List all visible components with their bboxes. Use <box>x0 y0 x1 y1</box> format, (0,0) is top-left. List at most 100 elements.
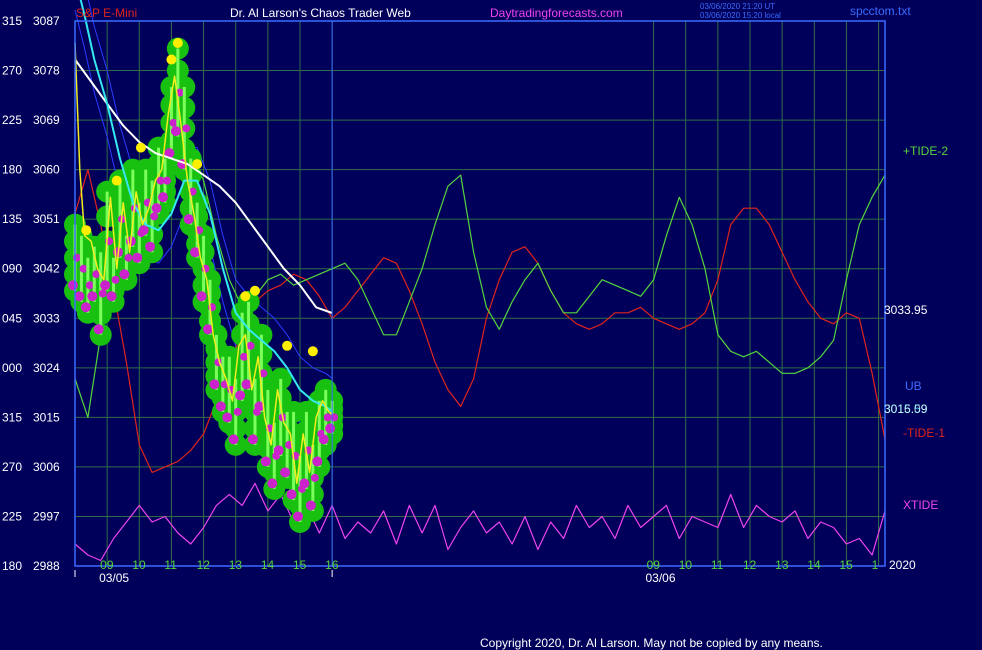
chart-canvas: 315 3087 270 3078 225 3069 180 3060 135 3051 090 30… <box>2 0 948 650</box>
y-price-label: 3060 <box>33 163 60 177</box>
low-dot <box>100 280 111 291</box>
y-angle-label: 270 <box>2 64 22 78</box>
x-day-label: 03/06 <box>646 571 676 585</box>
x-tick-label: 10 <box>132 558 146 572</box>
low-dot <box>93 324 104 335</box>
ub-label: UB <box>905 379 922 393</box>
mid-dot <box>163 176 171 185</box>
y-angle-label: 045 <box>2 311 22 325</box>
x-tick-label: 11 <box>711 558 724 572</box>
x-tick-label: 15 <box>293 558 307 572</box>
x-tick-label: 13 <box>775 558 789 572</box>
x-tick-label: 1 <box>872 558 879 572</box>
x-tick-label: 12 <box>197 558 211 572</box>
mid-dot <box>246 341 255 350</box>
y-price-label: 3087 <box>33 14 60 28</box>
low-dot <box>138 225 149 236</box>
low-dot <box>106 291 117 302</box>
low-dot <box>286 489 297 500</box>
low-dot <box>87 291 98 302</box>
low-dot <box>312 456 323 467</box>
mid-dot <box>73 253 81 262</box>
y-price-label: 3024 <box>33 361 60 375</box>
tide2-label: +TIDE-2 <box>903 144 948 158</box>
last-price-label: 3033.95 <box>884 303 928 317</box>
y-angle-label: 225 <box>2 113 22 127</box>
low-dot <box>132 252 143 263</box>
mid-dot <box>330 413 339 422</box>
y-angle-label: 315 <box>2 410 22 424</box>
y-price-label: 3042 <box>33 262 60 276</box>
xtide-label: XTIDE <box>903 498 938 512</box>
x-tick-label: 11 <box>164 558 177 572</box>
peak-marker <box>172 38 183 49</box>
x-tick-label: 13 <box>229 558 243 572</box>
x-tick-label: 10 <box>679 558 693 572</box>
instrument-label: S&P E-Mini <box>76 6 137 20</box>
x-tick-label: 14 <box>261 558 275 572</box>
low-dot <box>248 434 258 445</box>
low-dot <box>151 203 162 214</box>
low-dot <box>80 302 91 313</box>
y-price-label: 3078 <box>33 64 60 78</box>
low-dot <box>170 126 181 137</box>
low-dot <box>318 434 329 445</box>
mid-dot <box>85 281 94 290</box>
low-dot <box>273 445 284 456</box>
peak-marker <box>166 54 177 65</box>
mid-dot <box>111 275 120 284</box>
y-angle-label: 135 <box>2 212 22 226</box>
peak-marker <box>307 346 318 357</box>
y-axis-labels: 315 3087 270 3078 225 3069 180 3060 135 3051 090 30… <box>2 14 60 573</box>
x-tick-label: 15 <box>839 558 853 572</box>
peak-marker <box>192 159 203 170</box>
y-angle-label: 180 <box>2 559 22 573</box>
y-price-label: 3015 <box>33 410 60 424</box>
mid-dot <box>310 473 319 482</box>
y-price-label: 3006 <box>33 460 60 474</box>
y-angle-label: 225 <box>2 509 22 523</box>
peak-marker <box>250 285 260 296</box>
x-tick-label: 09 <box>100 558 114 572</box>
mid-dot <box>169 118 178 127</box>
y-angle-label: 090 <box>2 262 22 276</box>
xtide-line <box>74 482 886 562</box>
value-label-b: 3016.09 <box>884 402 928 416</box>
y-angle-label: 315 <box>2 14 22 28</box>
low-dot <box>228 434 239 445</box>
low-dot <box>305 500 316 511</box>
data-filename: spcctom.txt <box>850 4 911 18</box>
peak-marker <box>111 175 122 186</box>
low-dot <box>68 280 78 291</box>
site-link[interactable]: Daytradingforecasts.com <box>490 6 623 20</box>
low-dot <box>196 291 207 302</box>
mid-dot <box>124 253 133 262</box>
y-price-label: 3069 <box>33 113 60 127</box>
low-dot <box>222 412 233 423</box>
y-price-label: 2988 <box>33 559 60 573</box>
x-axis-labels: 09 10 11 12 13 14 15 16 09 10 11 12 13 14 15 1 03/05 03/0… <box>74 558 879 585</box>
year-label: 2020 <box>889 558 916 572</box>
xtide-path <box>74 482 886 562</box>
x-day-label: 03/05 <box>99 571 129 585</box>
low-dot <box>299 478 310 489</box>
peak-marker <box>240 291 251 302</box>
y-angle-label: 180 <box>2 163 22 177</box>
peak-marker <box>81 225 92 236</box>
x-tick-label: 09 <box>647 558 661 572</box>
y-price-label: 3051 <box>33 212 60 226</box>
low-dot <box>119 269 130 280</box>
mid-dot <box>150 212 159 221</box>
copyright: Copyright 2020, Dr. Al Larson. May not b… <box>480 636 823 650</box>
y-angle-label: 270 <box>2 460 22 474</box>
low-dot <box>158 192 168 203</box>
timestamp-ut: 03/06/2020 21:20 UT <box>700 2 775 11</box>
low-dot <box>260 456 271 467</box>
mid-dot <box>233 407 242 416</box>
mid-dot <box>182 124 191 133</box>
low-dot <box>293 511 303 522</box>
low-dot <box>325 423 336 434</box>
x-tick-label: 16 <box>325 558 339 572</box>
low-dot <box>74 291 85 302</box>
y-angle-label: 000 <box>2 361 22 375</box>
